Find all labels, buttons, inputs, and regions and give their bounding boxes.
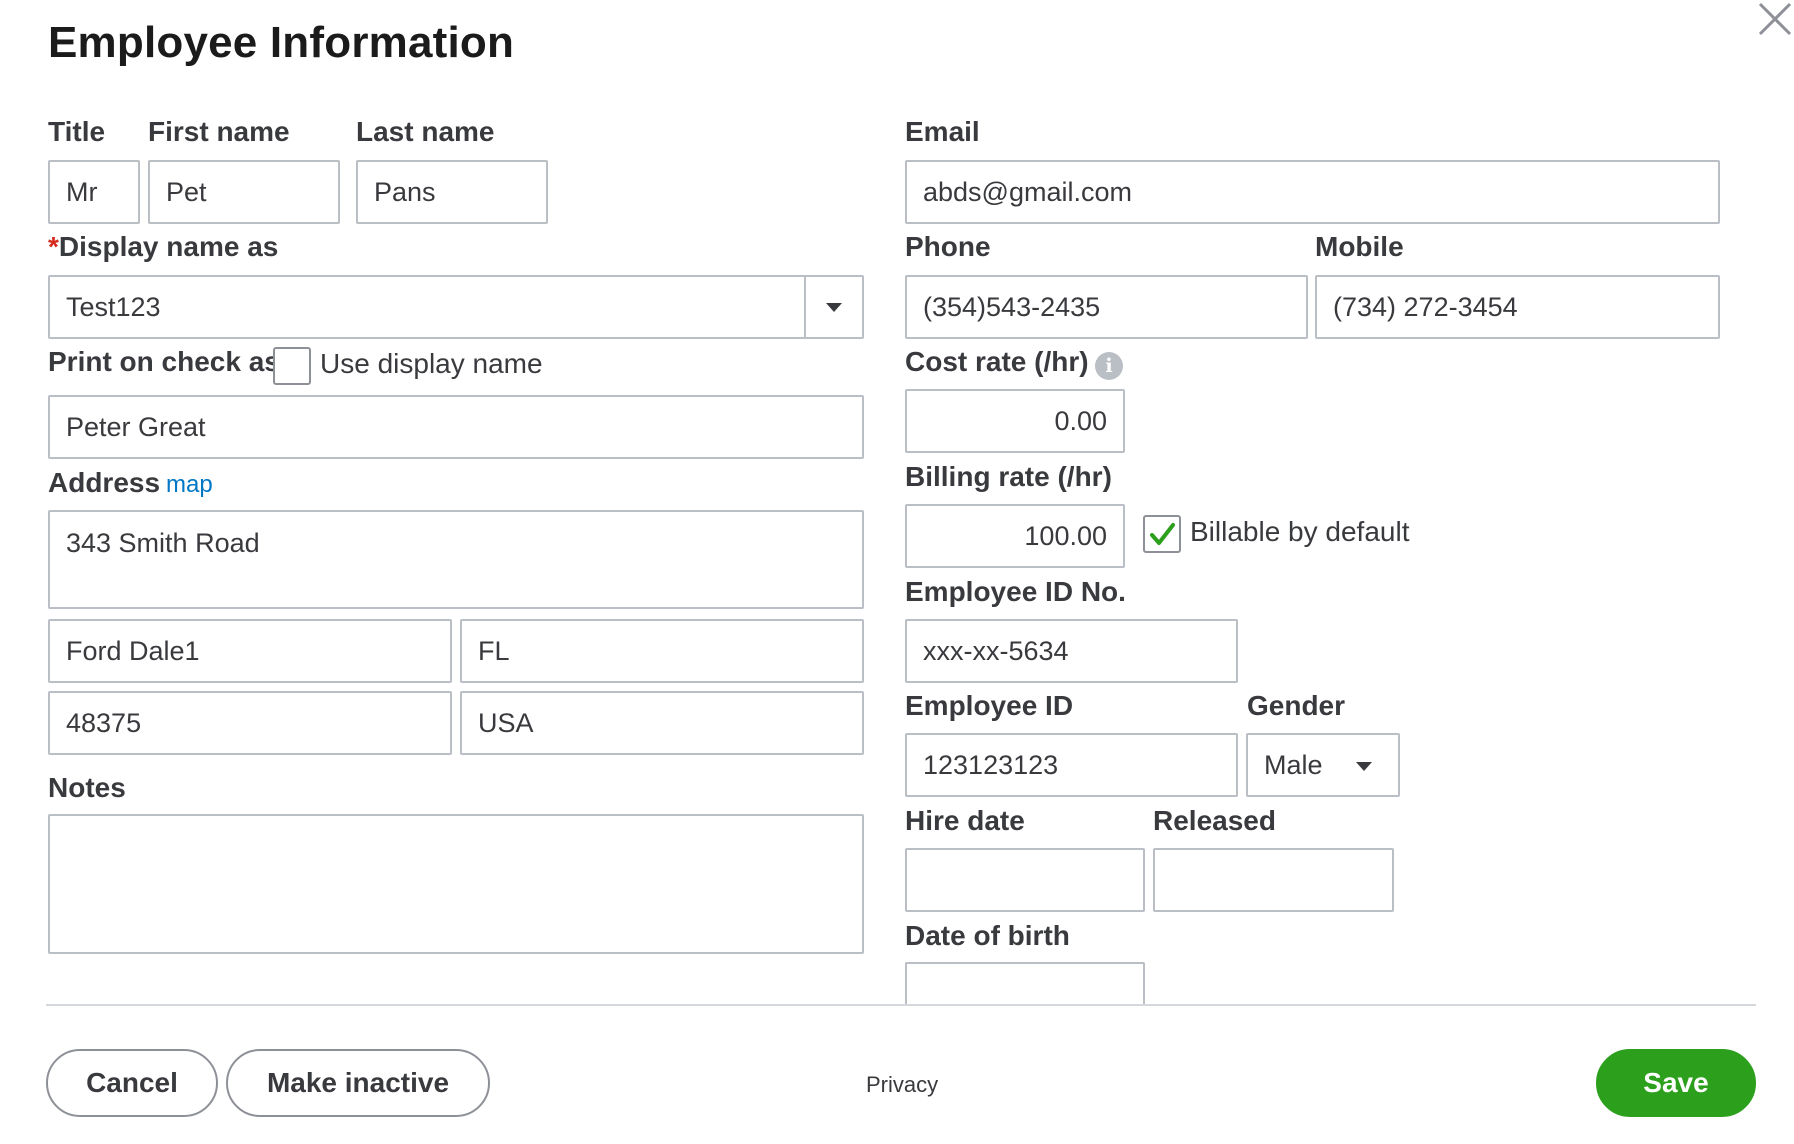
email-label: Email <box>905 116 980 147</box>
date-of-birth-label: Date of birth <box>905 920 1070 951</box>
privacy-link[interactable]: Privacy <box>866 1072 938 1098</box>
billable-by-default-checkbox[interactable] <box>1143 515 1181 553</box>
released-label: Released <box>1153 805 1276 836</box>
last-name-label: Last name <box>356 116 495 147</box>
employee-id-no-input[interactable]: xxx-xx-5634 <box>905 619 1238 683</box>
phone-label: Phone <box>905 231 991 262</box>
close-icon[interactable] <box>1754 0 1794 40</box>
first-name-input[interactable]: Pet <box>148 160 340 224</box>
use-display-name-label: Use display name <box>320 348 543 379</box>
city-input[interactable]: Ford Dale1 <box>48 619 452 683</box>
display-name-label: *Display name as <box>48 231 278 263</box>
title-label: Title <box>48 116 106 147</box>
billable-by-default-label: Billable by default <box>1190 516 1410 547</box>
save-button[interactable]: Save <box>1596 1049 1756 1117</box>
use-display-name-checkbox[interactable] <box>273 347 311 385</box>
display-name-dropdown-button[interactable] <box>804 277 862 337</box>
dialog-title: Employee Information <box>48 18 515 67</box>
billing-rate-label: Billing rate (/hr) <box>905 461 1112 492</box>
first-name-label: First name <box>148 116 290 147</box>
country-input[interactable]: USA <box>460 691 864 755</box>
email-input[interactable]: abds@gmail.com <box>905 160 1720 224</box>
display-name-label-text: Display name as <box>58 231 279 262</box>
state-input[interactable]: FL <box>460 619 864 683</box>
cost-rate-label: Cost rate (/hr) <box>905 346 1089 377</box>
hire-date-input[interactable] <box>905 848 1145 912</box>
employee-id-label: Employee ID <box>905 690 1074 721</box>
date-of-birth-input[interactable] <box>905 962 1145 1006</box>
chevron-down-icon <box>826 302 842 312</box>
employee-id-input[interactable]: 123123123 <box>905 733 1238 797</box>
notes-textarea[interactable] <box>48 814 864 954</box>
address-label: Address <box>48 467 161 498</box>
cost-rate-input[interactable]: 0.00 <box>905 389 1125 453</box>
info-icon[interactable]: i <box>1095 352 1123 380</box>
last-name-input[interactable]: Pans <box>356 160 548 224</box>
checkmark-icon <box>1150 523 1175 545</box>
billing-rate-input[interactable]: 100.00 <box>905 504 1125 568</box>
print-on-check-input[interactable]: Peter Great <box>48 395 864 459</box>
zip-input[interactable]: 48375 <box>48 691 452 755</box>
required-mark: * <box>48 231 59 262</box>
cancel-button[interactable]: Cancel <box>46 1049 218 1117</box>
employee-id-no-label: Employee ID No. <box>905 576 1126 607</box>
street-address-input[interactable]: 343 Smith Road <box>48 510 864 609</box>
footer-divider <box>46 1004 1756 1006</box>
phone-input[interactable]: (354)543-2435 <box>905 275 1308 339</box>
notes-label: Notes <box>48 772 126 803</box>
hire-date-label: Hire date <box>905 805 1025 836</box>
print-on-check-label: Print on check as <box>48 346 280 377</box>
chevron-down-icon <box>1356 762 1372 771</box>
released-input[interactable] <box>1153 848 1394 912</box>
gender-select[interactable]: Male <box>1246 733 1400 797</box>
gender-label: Gender <box>1247 690 1346 721</box>
title-input[interactable]: Mr <box>48 160 140 224</box>
map-link[interactable]: map <box>166 471 213 499</box>
make-inactive-button[interactable]: Make inactive <box>226 1049 490 1117</box>
mobile-label: Mobile <box>1315 231 1404 262</box>
mobile-input[interactable]: (734) 272-3454 <box>1315 275 1720 339</box>
display-name-value: Test123 <box>66 291 161 322</box>
gender-value: Male <box>1264 749 1323 780</box>
display-name-select[interactable]: Test123 <box>48 275 864 339</box>
